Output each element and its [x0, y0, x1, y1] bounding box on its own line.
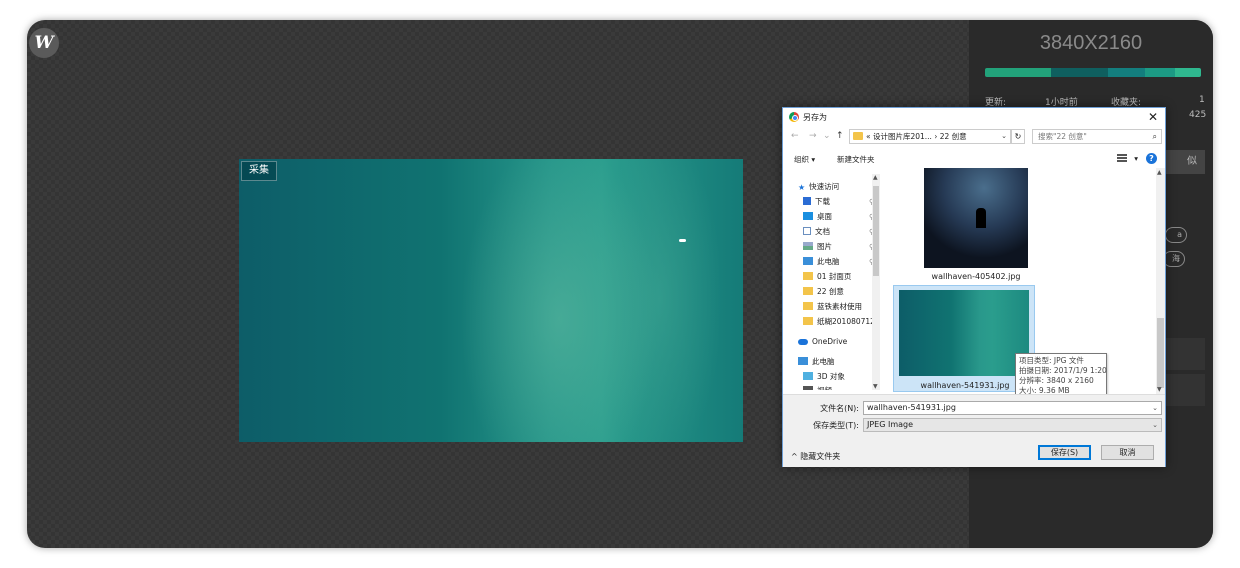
search-placeholder: 搜索"22 创意" — [1038, 132, 1087, 141]
chevron-down-icon[interactable]: ⌄ — [1001, 130, 1007, 143]
dialog-title: 另存为 — [803, 113, 827, 122]
dialog-titlebar: 另存为 ✕ — [783, 108, 1165, 126]
palette-swatch[interactable] — [1108, 68, 1145, 77]
wallpaper-preview[interactable]: 采集 — [239, 159, 743, 442]
nav-item-onedrive[interactable]: OneDrive — [798, 335, 847, 349]
nav-item-folder[interactable]: 蓝铁素材使用 — [803, 300, 862, 314]
scroll-down-icon[interactable]: ▼ — [873, 383, 878, 390]
tooltip-dimensions: 分辨率: 3840 x 2160 — [1019, 376, 1094, 385]
save-button[interactable]: 保存(S) — [1038, 445, 1091, 460]
palette-swatch[interactable] — [1145, 68, 1175, 77]
palette-swatch[interactable] — [1051, 68, 1108, 77]
tooltip-date: 拍摄日期: 2017/1/9 1:20 — [1019, 366, 1107, 375]
scroll-down-icon[interactable]: ▼ — [1157, 386, 1162, 393]
silhouette-detail — [976, 208, 986, 228]
filename-value: wallhaven-541931.jpg — [867, 403, 956, 412]
tooltip-type: 项目类型: JPG 文件 — [1019, 356, 1084, 365]
filename-field[interactable]: wallhaven-541931.jpg ⌄ — [863, 401, 1162, 415]
chrome-icon — [789, 112, 799, 122]
nav-item-documents[interactable]: 文档 — [803, 225, 830, 239]
nav-item-pictures[interactable]: 图片 — [803, 240, 832, 254]
nav-item-quick-access[interactable]: ★ 快速访问 — [798, 180, 839, 194]
address-row: ← → ⌄ ↑ « 设计图片库201... › 22 创意 ⌄ ↻ 搜索"22 … — [783, 128, 1165, 146]
filetype-label: 保存类型(T): — [813, 421, 859, 430]
filename-label: 文件名(N): — [820, 404, 859, 413]
breadcrumb[interactable]: « 设计图片库201... › 22 创意 ⌄ — [849, 129, 1011, 144]
nav-item-folder[interactable]: 01 封面页 — [803, 270, 851, 284]
dialog-footer: 文件名(N): wallhaven-541931.jpg ⌄ 保存类型(T): … — [783, 394, 1165, 467]
scrollbar-thumb[interactable] — [873, 186, 879, 276]
scrollbar-thumb[interactable] — [1157, 318, 1164, 388]
resolution-text: 3840X2160 — [1039, 32, 1143, 54]
file-name[interactable]: wallhaven-405402.jpg — [903, 272, 1049, 281]
palette-swatch[interactable] — [1175, 68, 1201, 77]
view-options-icon[interactable] — [1117, 154, 1127, 162]
tag-chip[interactable]: 海 — [1163, 251, 1185, 267]
color-palette — [985, 68, 1201, 77]
chevron-down-icon[interactable]: ⌄ — [1152, 419, 1158, 431]
scroll-up-icon[interactable]: ▲ — [873, 174, 878, 181]
recent-dropdown-icon[interactable]: ⌄ — [823, 131, 831, 141]
search-input[interactable]: 搜索"22 创意" ⌕ — [1032, 129, 1162, 144]
panel-action-box[interactable] — [1161, 338, 1205, 370]
search-icon[interactable]: ⌕ — [1153, 130, 1157, 143]
breadcrumb-path: « 设计图片库201... › 22 创意 — [866, 132, 967, 141]
save-as-dialog: 另存为 ✕ ← → ⌄ ↑ « 设计图片库201... › 22 创意 ⌄ ↻ … — [782, 107, 1166, 467]
nav-item-videos[interactable]: 视频 — [803, 384, 832, 390]
file-thumbnail[interactable] — [924, 168, 1028, 268]
file-tooltip: 项目类型: JPG 文件 拍摄日期: 2017/1/9 1:20 分辨率: 38… — [1015, 353, 1107, 399]
organize-button[interactable]: 组织 ▾ — [794, 154, 815, 165]
folder-icon — [853, 132, 863, 140]
new-folder-button[interactable]: 新建文件夹 — [837, 154, 875, 165]
back-arrow-icon[interactable]: ← — [791, 131, 799, 141]
filetype-value: JPEG Image — [867, 420, 914, 429]
nav-item-desktop[interactable]: 桌面 — [803, 210, 832, 224]
similar-button[interactable]: 似 — [1161, 150, 1205, 174]
close-icon[interactable]: ✕ — [1145, 109, 1161, 125]
app-logo[interactable]: W — [29, 28, 59, 58]
help-icon[interactable]: ? — [1146, 153, 1157, 164]
cancel-button[interactable]: 取消 — [1101, 445, 1154, 460]
tag-chip[interactable]: a — [1165, 227, 1187, 243]
nav-item-downloads[interactable]: 下载 — [803, 195, 830, 209]
forward-arrow-icon[interactable]: → — [809, 131, 817, 141]
nav-item-folder[interactable]: 22 创意 — [803, 285, 844, 299]
navigation-pane: ★快速访问 下载 ⚲ 桌面 ⚲ 文档 ⚲ 图片 ⚲ 此电脑 ⚲ 01 封面页 2… — [791, 174, 881, 390]
refresh-icon[interactable]: ↻ — [1011, 129, 1025, 144]
nav-item-this-pc[interactable]: 此电脑 — [798, 355, 835, 369]
nav-item-this-pc[interactable]: 此电脑 — [803, 255, 840, 269]
nav-item-folder[interactable]: 纸糊201080712 — [803, 315, 875, 329]
favorites-value: 1 — [1199, 95, 1205, 105]
nav-item-3d-objects[interactable]: 3D 对象 — [803, 370, 845, 384]
content-scrollbar[interactable]: ▲ ▼ — [1156, 168, 1165, 394]
chevron-down-icon[interactable]: ▾ — [1134, 154, 1138, 163]
up-arrow-icon[interactable]: ↑ — [836, 131, 844, 141]
count-value: 425 — [1189, 110, 1207, 120]
file-thumbnail[interactable] — [899, 290, 1029, 376]
chevron-down-icon[interactable]: ⌄ — [1152, 402, 1158, 414]
file-item-selected[interactable]: wallhaven-541931.jpg — [893, 285, 1035, 392]
hide-folders-toggle[interactable]: ^ 隐藏文件夹 — [791, 451, 840, 462]
palette-swatch[interactable] — [985, 68, 1051, 77]
boat-detail — [679, 239, 686, 242]
filetype-select[interactable]: JPEG Image ⌄ — [863, 418, 1162, 432]
dialog-toolbar: 组织 ▾ 新建文件夹 ▾ ? — [783, 150, 1165, 168]
nav-scrollbar[interactable]: ▲ ▼ — [872, 174, 880, 390]
panel-action-box[interactable] — [1161, 374, 1205, 406]
scroll-up-icon[interactable]: ▲ — [1157, 169, 1162, 176]
collect-button[interactable]: 采集 — [241, 161, 277, 181]
